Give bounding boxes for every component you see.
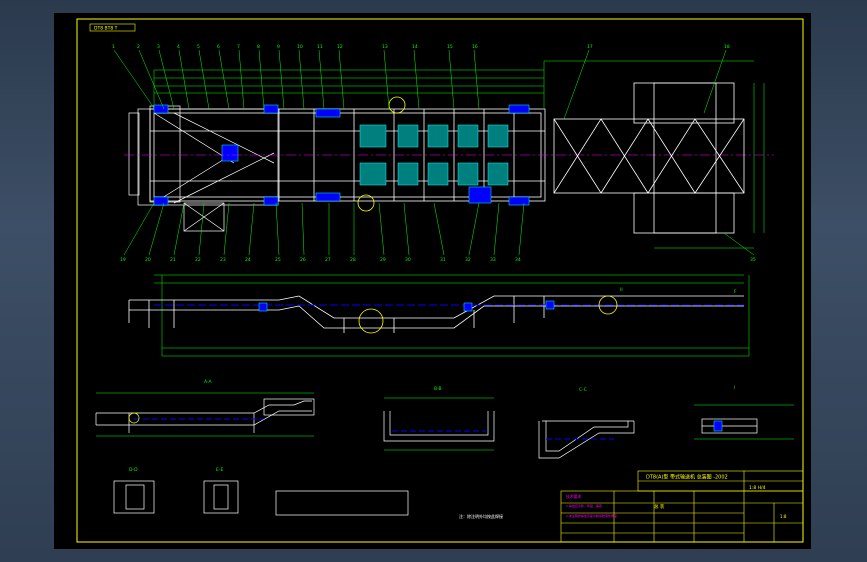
callout: 29 — [380, 257, 386, 263]
callout: 34 — [515, 257, 521, 263]
drawing-canvas: DT8 BT8 T 1 2 3 4 5 6 7 8 9 10 11 12 13 … — [76, 18, 804, 543]
section-mark: D-D — [129, 467, 138, 473]
callout: 35 — [750, 257, 756, 263]
callout: 19 — [120, 257, 126, 263]
callout: 31 — [440, 257, 446, 263]
tech-req-line: 1.焊缝应平整、牢固、美观 — [566, 503, 602, 508]
cad-viewport[interactable]: DT8 BT8 T 1 2 3 4 5 6 7 8 9 10 11 12 13 … — [54, 13, 811, 549]
truss-section — [553, 82, 745, 234]
callout: 23 — [220, 257, 226, 263]
callout: 33 — [490, 257, 496, 263]
callout: 22 — [195, 257, 201, 263]
callout: 17 — [587, 44, 593, 50]
callout: 21 — [170, 257, 176, 263]
callout: 8 — [257, 44, 260, 50]
section-mark: F — [734, 289, 737, 295]
section-mark: B-B — [434, 386, 442, 392]
section-mark: C-C — [579, 387, 587, 393]
callout: 14 — [412, 44, 418, 50]
callout: 24 — [245, 257, 251, 263]
callout: 2 — [137, 44, 140, 50]
title-block: DT8(A)型 带式输送机 总装图 -2002 1:8 H/4 总 装 技术要求… — [560, 470, 804, 543]
callout: 3 — [157, 44, 160, 50]
title-stamp: 总 装 — [654, 503, 665, 510]
section-mark: E-E — [216, 467, 223, 473]
callout: 32 — [465, 257, 471, 263]
callout-row-top: 1 2 3 4 5 6 7 8 9 10 11 12 13 14 15 16 1… — [112, 44, 730, 50]
callout: 13 — [382, 44, 388, 50]
bottom-note: 注：除注明外均按此焊接 — [459, 513, 503, 519]
callout: 11 — [317, 44, 323, 50]
callout-row-bottom: 19 20 21 22 23 24 25 26 27 28 29 30 31 3… — [120, 257, 756, 263]
callout: 4 — [177, 44, 180, 50]
callout: 1 — [112, 44, 115, 50]
drawing-title: DT8(A)型 带式输送机 总装图 -2002 — [646, 474, 728, 481]
section-mark: I — [734, 385, 735, 391]
callout: 26 — [300, 257, 306, 263]
callout: 30 — [405, 257, 411, 263]
callout: 5 — [197, 44, 200, 50]
plan-view — [113, 49, 774, 256]
callout: 7 — [237, 44, 240, 50]
leader-lines — [113, 49, 755, 256]
tech-req-title: 技术要求 — [566, 494, 581, 499]
callout: 10 — [297, 44, 303, 50]
detail-views: A-A B-B C-C I D-D E-E 注：除注明外均按此焊接 — [95, 379, 794, 519]
callout: 15 — [447, 44, 453, 50]
callout: 25 — [275, 257, 281, 263]
callout: 12 — [337, 44, 343, 50]
drawing-number: 1:8 H/4 — [749, 485, 766, 491]
tech-req-line: 2.未注明的焊缝高度为相邻较薄件厚度 — [566, 513, 617, 518]
callout: 27 — [325, 257, 331, 263]
scale: 1:8 — [780, 514, 787, 519]
callout: 28 — [350, 257, 356, 263]
side-elevation: F II — [128, 274, 750, 357]
callout: 18 — [724, 44, 730, 50]
callout: 9 — [277, 44, 280, 50]
corner-tag: DT8 BT8 T — [94, 26, 118, 32]
section-mark: II — [620, 287, 623, 293]
callout: 20 — [145, 257, 151, 263]
section-mark: A-A — [204, 379, 213, 385]
callout: 6 — [217, 44, 220, 50]
drawing-border — [76, 18, 804, 543]
callout: 16 — [472, 44, 478, 50]
